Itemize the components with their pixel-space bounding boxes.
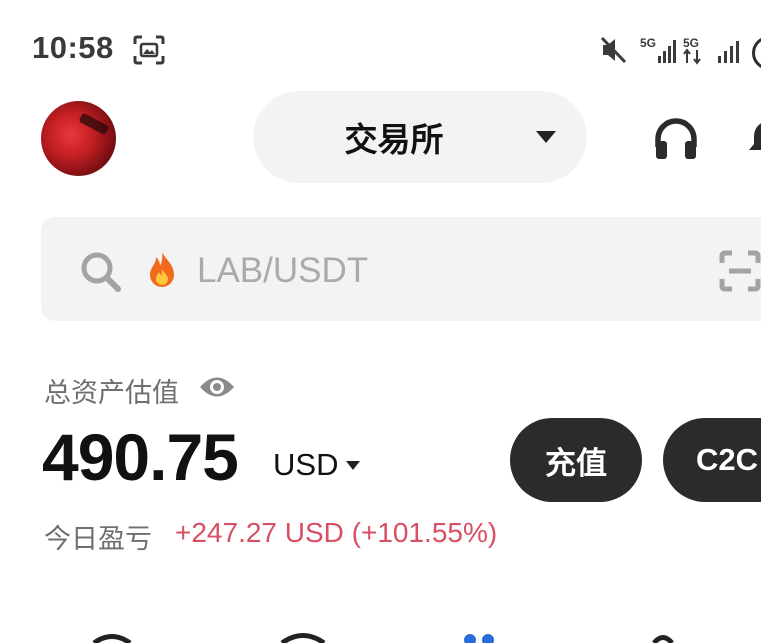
headset-icon[interactable] xyxy=(653,117,699,166)
quick-action-icon[interactable] xyxy=(648,630,678,643)
scan-icon[interactable] xyxy=(719,250,761,297)
avatar[interactable] xyxy=(41,101,116,176)
quick-action-icon[interactable] xyxy=(460,630,500,643)
exchange-label: 交易所 xyxy=(344,120,444,159)
app-screen: 10:58 5G 5G 交易所 LAB/USDT 总资产估值 490.75 US… xyxy=(0,0,761,643)
quick-action-icon[interactable] xyxy=(90,630,134,643)
status-time: 10:58 xyxy=(32,30,114,65)
bell-icon[interactable] xyxy=(748,118,761,163)
signal-5g-data-icon: 5G xyxy=(682,36,712,71)
caret-down-icon xyxy=(536,131,556,143)
net-type-2: 5G xyxy=(683,36,699,50)
signal-5g-icon: 5G xyxy=(640,36,676,71)
total-assets-label: 总资产估值 xyxy=(44,378,179,409)
search-icon xyxy=(79,250,123,297)
eye-icon[interactable] xyxy=(198,374,236,405)
quick-action-icon[interactable] xyxy=(278,630,328,643)
total-assets-value: 490.75 xyxy=(42,420,239,494)
mute-icon xyxy=(599,36,629,69)
today-pnl-value: +247.27 USD (+101.55%) xyxy=(175,517,498,548)
currency-label: USD xyxy=(273,447,339,482)
quick-actions-row xyxy=(0,630,761,643)
net-type-1: 5G xyxy=(640,36,656,50)
today-pnl-label: 今日盈亏 xyxy=(44,524,152,555)
search-bar[interactable]: LAB/USDT xyxy=(41,217,761,321)
currency-selector[interactable]: USD xyxy=(273,447,361,483)
caret-down-icon xyxy=(346,460,361,470)
camera-cutout xyxy=(752,36,761,70)
c2c-button[interactable]: C2C xyxy=(663,418,761,502)
screenshot-icon xyxy=(132,34,166,71)
fire-icon xyxy=(144,249,180,298)
deposit-button[interactable]: 充值 xyxy=(510,418,642,502)
search-placeholder: LAB/USDT xyxy=(197,251,369,290)
exchange-selector[interactable]: 交易所 xyxy=(253,91,587,183)
signal-icon xyxy=(718,40,744,69)
